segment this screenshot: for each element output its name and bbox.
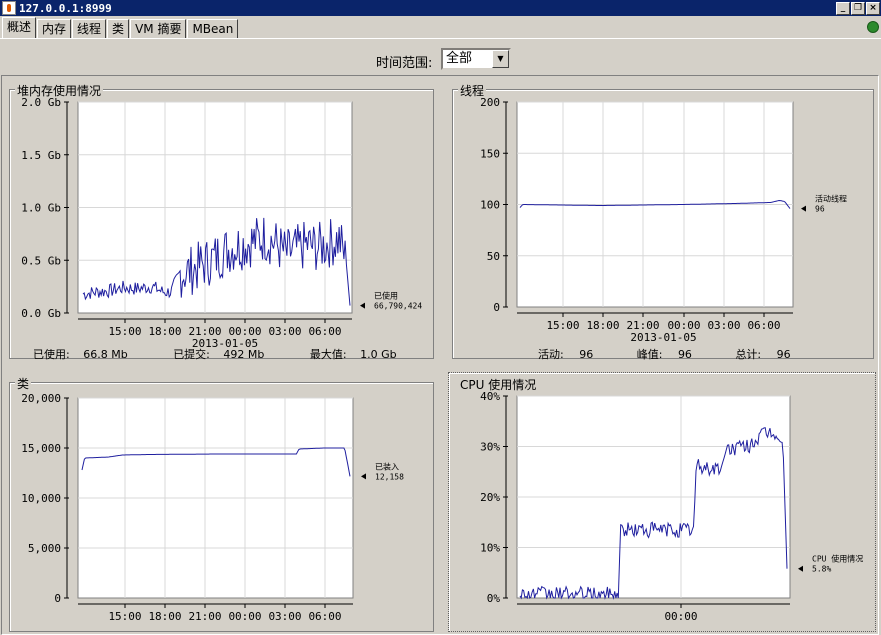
cpu-ytick-label: 20% — [480, 491, 500, 504]
heap-ytick-label: 1.0 Gb — [21, 202, 61, 215]
threads-ytick-label: 100 — [480, 199, 500, 212]
classes-ytick-label: 10,000 — [21, 492, 61, 505]
classes-ytick-label: 5,000 — [28, 542, 61, 555]
classes-legend-marker — [361, 473, 366, 480]
threads-ytick-label: 50 — [487, 250, 500, 263]
classes-legend-label: 已装入 — [375, 461, 399, 471]
heap-xtick-label: 06:00 — [308, 325, 341, 338]
threads-ytick-label: 200 — [480, 96, 500, 109]
cpu-legend-marker — [798, 565, 803, 572]
threads-xtick-label: 15:00 — [546, 319, 579, 332]
heap-legend-label: 已使用 — [374, 291, 398, 301]
classes-ytick-label: 0 — [54, 592, 61, 605]
cpu-ytick-label: 0% — [487, 592, 501, 605]
classes-xtick-label: 06:00 — [308, 610, 341, 623]
classes-ytick-label: 15,000 — [21, 442, 61, 455]
classes-xtick-label: 15:00 — [108, 610, 141, 623]
heap-ytick-label: 0.0 Gb — [21, 307, 61, 320]
threads-xtick-label: 06:00 — [747, 319, 780, 332]
heap-xtick-label: 15:00 — [108, 325, 141, 338]
threads-legend-label: 活动线程 — [815, 194, 847, 204]
threads-ytick-label: 150 — [480, 147, 500, 160]
cpu-ytick-label: 10% — [480, 542, 500, 555]
classes-ytick-label: 20,000 — [21, 392, 61, 405]
cpu-ytick-label: 30% — [480, 441, 500, 454]
heap-ytick-label: 0.5 Gb — [21, 254, 61, 267]
heap-xtick-label: 18:00 — [148, 325, 181, 338]
threads-xdate-label: 2013-01-05 — [630, 331, 696, 344]
cpu-legend-value: 5.8% — [812, 565, 831, 574]
heap-ytick-label: 1.5 Gb — [21, 149, 61, 162]
classes-legend-value: 12,158 — [375, 472, 404, 481]
cpu-ytick-label: 40% — [480, 390, 500, 403]
chart-heap: 0.0 Gb 0.5 Gb 1.0 Gb 1.5 Gb 2.0 Gb 15:00 18:00… — [21, 96, 863, 623]
threads-legend-marker — [801, 205, 806, 212]
classes-xtick-label: 00:00 — [228, 610, 261, 623]
threads-xtick-label: 03:00 — [707, 319, 740, 332]
classes-xtick-label: 18:00 — [148, 610, 181, 623]
threads-legend-value: 96 — [815, 205, 825, 214]
cpu-legend-label: CPU 使用情况 — [812, 554, 863, 564]
cpu-xtick-label: 00:00 — [664, 610, 697, 623]
heap-xdate-label: 2013-01-05 — [192, 337, 258, 350]
threads-ytick-label: 0 — [493, 301, 500, 314]
classes-xtick-label: 21:00 — [188, 610, 221, 623]
classes-xtick-label: 03:00 — [268, 610, 301, 623]
heap-ytick-label: 2.0 Gb — [21, 96, 61, 109]
heap-legend-value: 66,790,424 — [374, 302, 422, 311]
heap-xtick-label: 03:00 — [268, 325, 301, 338]
threads-xtick-label: 18:00 — [586, 319, 619, 332]
heap-legend-marker — [360, 302, 365, 309]
